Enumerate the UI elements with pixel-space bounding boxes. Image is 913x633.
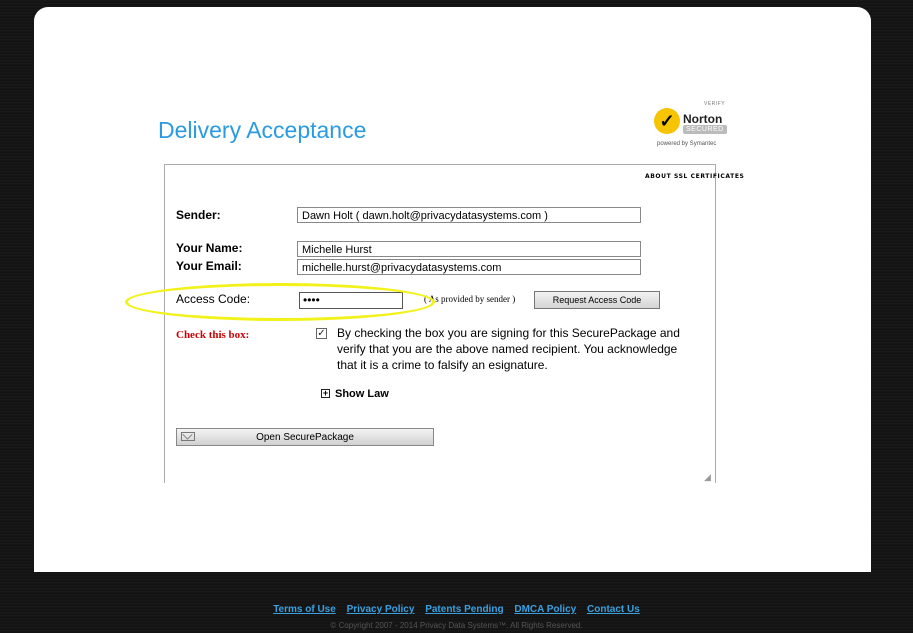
footer-links: Terms of Use Privacy Policy Patents Pend…: [0, 604, 913, 615]
footer-link-terms[interactable]: Terms of Use: [273, 604, 336, 615]
show-law-link[interactable]: Show Law: [335, 388, 389, 400]
footer-link-patents[interactable]: Patents Pending: [425, 604, 503, 615]
your-email-label: Your Email:: [176, 259, 242, 273]
sender-field[interactable]: Dawn Holt ( dawn.holt@privacydatasystems…: [297, 207, 641, 223]
your-name-label: Your Name:: [176, 241, 243, 255]
copyright-text: © Copyright 2007 - 2014 Privacy Data Sys…: [330, 621, 583, 630]
about-ssl-link[interactable]: ABOUT SSL CERTIFICATES: [645, 173, 744, 180]
norton-secured-label: SECURED: [683, 125, 727, 134]
checkmark-icon: ✓: [654, 108, 680, 134]
your-email-field[interactable]: michelle.hurst@privacydatasystems.com: [297, 259, 641, 275]
expand-plus-icon[interactable]: +: [321, 389, 330, 398]
check-this-box-label: Check this box:: [176, 329, 250, 341]
open-securepackage-button[interactable]: Open SecurePackage: [176, 428, 434, 446]
access-code-note: ( As provided by sender ): [424, 294, 516, 304]
agree-checkbox[interactable]: ✓: [316, 328, 327, 339]
agreement-text: By checking the box you are signing for …: [337, 326, 680, 372]
norton-verify-label: VERIFY: [704, 101, 726, 107]
page-title: Delivery Acceptance: [158, 117, 367, 143]
access-code-input[interactable]: ••••: [299, 292, 403, 309]
resize-grip-icon[interactable]: ◢: [704, 472, 714, 482]
access-code-label: Access Code:: [176, 292, 251, 306]
open-securepackage-label: Open SecurePackage: [256, 432, 354, 443]
norton-brand: Norton: [683, 112, 723, 126]
footer-link-contact[interactable]: Contact Us: [587, 604, 640, 615]
request-access-code-button[interactable]: Request Access Code: [534, 291, 660, 309]
norton-secured-badge[interactable]: VERIFY ✓ Norton SECURED powered by Syman…: [653, 101, 738, 151]
sender-label: Sender:: [176, 208, 221, 222]
footer-link-dmca[interactable]: DMCA Policy: [514, 604, 576, 615]
your-name-field[interactable]: Michelle Hurst: [297, 241, 641, 257]
footer-link-privacy[interactable]: Privacy Policy: [347, 604, 415, 615]
norton-powered-by: powered by Symantec: [657, 141, 717, 147]
